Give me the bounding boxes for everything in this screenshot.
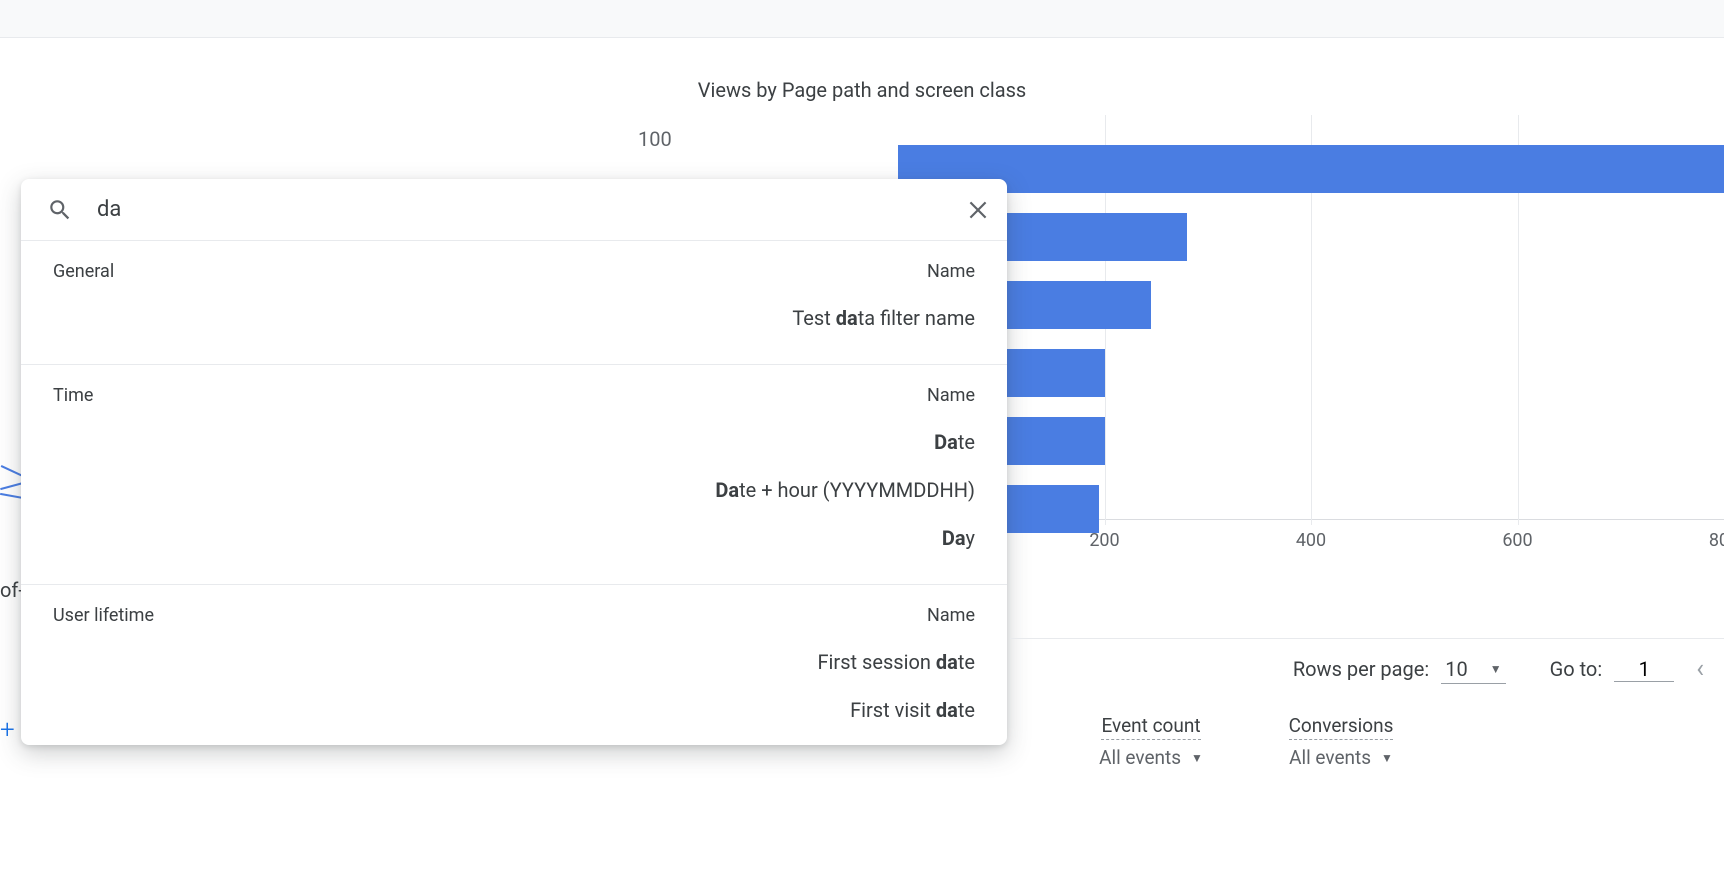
footer-area: Rows per page: 10 ▼ Go to: ‹ Event count…	[1010, 638, 1724, 769]
close-icon	[965, 197, 991, 223]
bar-chart: 200 400 600 800	[898, 115, 1724, 555]
divider	[1010, 638, 1724, 639]
x-tick-label: 600	[1502, 530, 1532, 551]
dimension-option[interactable]: Date + hour (YYYYMMDDHH)	[53, 466, 975, 514]
dimension-option[interactable]: Day	[53, 514, 975, 562]
section-items: DateDate + hour (YYYYMMDDHH)Day	[53, 430, 975, 562]
top-strip	[0, 0, 1724, 38]
metric-title: Conversions	[1289, 714, 1394, 740]
metric-title: Event count	[1101, 714, 1200, 740]
section-title: General	[53, 261, 114, 282]
add-button[interactable]: +	[0, 715, 15, 745]
rows-per-page-select[interactable]: 10 ▼	[1441, 655, 1505, 684]
metric-select[interactable]: All events ▼	[1086, 746, 1216, 769]
search-row	[21, 179, 1007, 241]
popup-section: General Name Test data filter name	[21, 241, 1007, 365]
section-title: User lifetime	[53, 605, 154, 626]
section-header: User lifetime Name	[53, 605, 975, 626]
search-popup: General Name Test data filter name Time Name…	[21, 179, 1007, 745]
line-fragment	[1, 465, 24, 477]
prev-page-button[interactable]: ‹	[1686, 654, 1704, 684]
section-items: First session dateFirst visit date	[53, 650, 975, 734]
dropdown-icon: ▼	[1490, 662, 1502, 676]
pagination-row: Rows per page: 10 ▼ Go to: ‹	[1010, 654, 1724, 684]
column-label: Name	[927, 605, 975, 626]
metric-select[interactable]: All events ▼	[1276, 746, 1406, 769]
chart-title: Views by Page path and screen class	[0, 78, 1724, 102]
section-items: Test data filter name	[53, 306, 975, 342]
chart-bar[interactable]	[898, 145, 1724, 193]
goto-input[interactable]	[1614, 657, 1674, 682]
metric-column: Conversions All events ▼	[1276, 714, 1406, 769]
popup-section: User lifetime Name First session dateFirst…	[21, 585, 1007, 745]
search-icon	[47, 197, 73, 223]
metric-select-value: All events	[1099, 746, 1181, 769]
dimension-option[interactable]: Date	[53, 430, 975, 466]
dropdown-icon: ▼	[1191, 751, 1203, 765]
popup-body: General Name Test data filter name Time Name…	[21, 241, 1007, 745]
section-title: Time	[53, 385, 93, 406]
dropdown-icon: ▼	[1381, 751, 1393, 765]
goto-label: Go to:	[1550, 657, 1603, 681]
column-label: Name	[927, 385, 975, 406]
metric-column: Event count All events ▼	[1086, 714, 1216, 769]
rows-per-page-value: 10	[1445, 657, 1467, 681]
metrics-row: Event count All events ▼ Conversions All eve…	[1010, 714, 1724, 769]
x-tick-label: 800	[1709, 530, 1724, 551]
dimension-option[interactable]: First session date	[53, 650, 975, 686]
metric-select-value: All events	[1289, 746, 1371, 769]
x-tick-label: 400	[1296, 530, 1326, 551]
section-header: General Name	[53, 261, 975, 282]
x-tick-label: 200	[1089, 530, 1119, 551]
section-header: Time Name	[53, 385, 975, 406]
popup-section: Time Name DateDate + hour (YYYYMMDDHH)Day	[21, 365, 1007, 585]
close-button[interactable]	[965, 197, 991, 223]
rows-per-page-label: Rows per page:	[1293, 657, 1429, 681]
chart-secondary-label: 100	[638, 127, 672, 151]
column-label: Name	[927, 261, 975, 282]
search-input[interactable]	[97, 197, 965, 222]
dimension-option[interactable]: Test data filter name	[53, 306, 975, 342]
dimension-option[interactable]: First visit date	[53, 686, 975, 734]
